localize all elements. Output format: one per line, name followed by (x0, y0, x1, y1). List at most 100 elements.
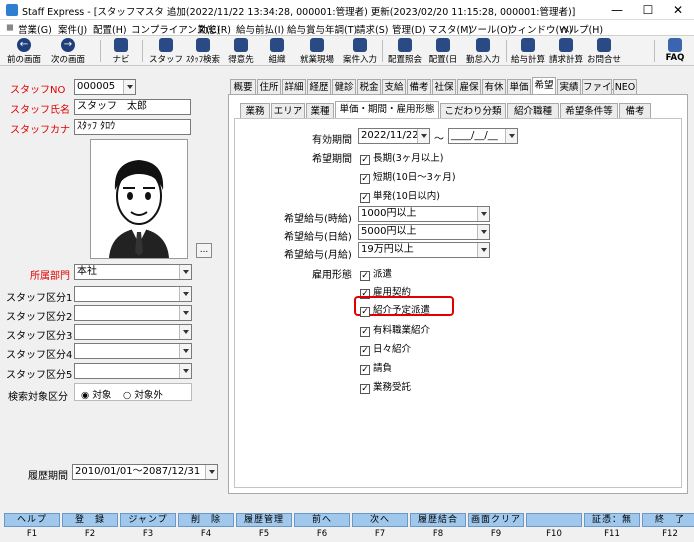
staff-class5-select[interactable] (74, 363, 192, 379)
staff-class4-select[interactable] (74, 343, 192, 359)
tab-sub-2[interactable]: 業種 (306, 103, 334, 119)
menu-sales[interactable]: 営業(G) (18, 22, 52, 36)
emp-haken-checkbox[interactable]: ✓ 派遣 (360, 266, 392, 281)
tab-top-5[interactable]: 税金 (357, 79, 381, 95)
daily-wage-label: 希望給与(日給) (284, 232, 352, 243)
fkey-f11-button[interactable]: 証憑：無 (584, 513, 640, 527)
prev-screen-button[interactable]: ← 前の画面 (2, 37, 46, 65)
menu-tools[interactable]: ツール(O) (468, 22, 511, 36)
fkey-f9-button[interactable]: 画面クリア (468, 513, 524, 527)
assign-inquiry-button[interactable]: 配置照会 (386, 37, 424, 65)
tab-top-6[interactable]: 支給 (382, 79, 406, 95)
hourly-wage-select[interactable]: 1000円以上 (358, 206, 490, 222)
search-target-radio[interactable]: ◉ 対象 (81, 387, 111, 401)
tab-top-3[interactable]: 経歴 (307, 79, 331, 95)
menu-attendance[interactable]: 勤怠(R) (198, 22, 231, 36)
close-button[interactable]: ✕ (664, 2, 692, 18)
emp-outsourcing-checkbox[interactable]: ✓ 業務受託 (360, 379, 411, 394)
tab-top-1[interactable]: 住所 (257, 79, 281, 95)
function-key-bar: ヘルプ F1 登 録 F2 ジャンプ F3 削 除 F4 履歴管理 F5 前へ F6 次へ F7 履歴結合 F… (0, 512, 694, 542)
menu-assign[interactable]: 配置(H) (93, 22, 127, 36)
payroll-calc-button[interactable]: 給与計算 (510, 37, 546, 65)
emp-contracting-checkbox[interactable]: ✓ 請負 (360, 360, 392, 375)
fkey-f8-button[interactable]: 履歴結合 (410, 513, 466, 527)
single-checkbox[interactable]: ✓ 単発(10日以内) (360, 188, 440, 203)
staff-name-field[interactable]: スタッフ 太郎 (74, 99, 191, 115)
tab-top-7[interactable]: 備考 (407, 79, 431, 95)
tab-top-15[interactable]: NEO (613, 79, 637, 95)
period-to-select[interactable]: ____/__/__ (448, 128, 518, 144)
tab-top-8[interactable]: 社保 (432, 79, 456, 95)
search-excluded-radio[interactable]: ○ 対象外 (123, 387, 163, 401)
billing-calc-button[interactable]: 請求計算 (548, 37, 584, 65)
tab-top-10[interactable]: 有休 (482, 79, 506, 95)
tab-sub-1[interactable]: エリア (271, 103, 305, 119)
inquiry-button[interactable]: お問合せ (586, 37, 622, 65)
photo-browse-button[interactable]: ... (196, 243, 212, 258)
client-button[interactable]: 得意先 (224, 37, 258, 65)
assign-day-button[interactable]: 配置(日 (426, 37, 460, 65)
emp-paid-placement-checkbox[interactable]: ✓ 有料職業紹介 (360, 322, 430, 337)
fkey-f3-button[interactable]: ジャンプ (120, 513, 176, 527)
tab-top-2[interactable]: 詳細 (282, 79, 306, 95)
history-period-select[interactable]: 2010/01/01～2087/12/31 (72, 464, 218, 480)
fkey-f6-button[interactable]: 前へ (294, 513, 350, 527)
tab-sub-7[interactable]: 備考 (619, 103, 651, 119)
menu-billing[interactable]: 請求(S) (356, 22, 388, 36)
menu-master[interactable]: マスタ(M) (428, 22, 472, 36)
staff-search-button[interactable]: ｽﾀｯﾌ検索 (184, 37, 222, 65)
tab-top-0[interactable]: 概要 (230, 79, 256, 95)
tab-top-14[interactable]: ファイル (582, 79, 621, 95)
long-term-checkbox[interactable]: ✓ 長期(3ヶ月以上) (360, 150, 443, 165)
daily-wage-select[interactable]: 5000円以上 (358, 224, 490, 240)
tab-top-11[interactable]: 単価 (507, 79, 531, 95)
fkey-f2-button[interactable]: 登 録 (62, 513, 118, 527)
short-term-checkbox[interactable]: ✓ 短期(10日～3ヶ月) (360, 169, 456, 184)
faq-icon (668, 38, 682, 52)
billing-calc-icon (559, 38, 573, 52)
minimize-button[interactable]: — (603, 2, 631, 18)
site-button[interactable]: 就業現場 (296, 37, 338, 65)
emp-daily-intro-checkbox[interactable]: ✓ 日々紹介 (360, 341, 411, 356)
staff-class2-select[interactable] (74, 305, 192, 321)
dept-select[interactable]: 本社 (74, 264, 192, 280)
menu-prepay[interactable]: 給与前払(I) (236, 22, 284, 36)
menu-projects[interactable]: 案件(J) (58, 22, 87, 36)
fkey-f12-button[interactable]: 終 了 (642, 513, 694, 527)
fkey-f7-button[interactable]: 次へ (352, 513, 408, 527)
tab-sub-5[interactable]: 紹介職種 (507, 103, 559, 119)
tab-top-12[interactable]: 希望 (532, 77, 556, 95)
navi-button[interactable]: ナビ (106, 37, 136, 65)
next-screen-button[interactable]: → 次の画面 (48, 37, 88, 65)
menu-admin[interactable]: 管理(D) (392, 22, 426, 36)
staff-class3-select[interactable] (74, 324, 192, 340)
maximize-button[interactable]: ☐ (634, 2, 662, 18)
period-from-select[interactable]: 2022/11/22 (358, 128, 430, 144)
tab-sub-0[interactable]: 業務 (240, 103, 270, 119)
attendance-entry-button[interactable]: 勤怠入力 (464, 37, 502, 65)
emp-intro-dispatch-checkbox[interactable]: ✓ 紹介予定派遣 (360, 302, 430, 317)
fkey-f4-button[interactable]: 削 除 (178, 513, 234, 527)
toolbar: ← 前の画面 → 次の画面 ナビ スタッフ ｽﾀｯﾌ検索 得意先 組織 就業現場… (0, 36, 694, 66)
staff-button[interactable]: スタッフ (148, 37, 184, 65)
tab-sub-4[interactable]: こだわり分類 (440, 103, 506, 119)
tab-top-4[interactable]: 健診 (332, 79, 356, 95)
fkey-f10-button[interactable] (526, 513, 582, 527)
staff-kana-field[interactable]: ｽﾀｯﾌ ﾀﾛｳ (74, 119, 191, 135)
menu-help[interactable]: ヘルプ(H) (560, 22, 603, 36)
tab-top-9[interactable]: 雇保 (457, 79, 481, 95)
tab-sub-3[interactable]: 単価・期間・雇用形態 (335, 101, 439, 119)
fkey-f1-button[interactable]: ヘルプ (4, 513, 60, 527)
fkey-f5-button[interactable]: 履歴管理 (236, 513, 292, 527)
staff-search-icon (196, 38, 210, 52)
project-entry-button[interactable]: 案件入力 (342, 37, 378, 65)
faq-button[interactable]: FAQ (660, 37, 690, 65)
staff-class1-select[interactable] (74, 286, 192, 302)
menu-payroll[interactable]: 給与賞与年調(T) (287, 22, 357, 36)
staff-no-select[interactable]: 000005 (74, 79, 136, 95)
chevron-down-icon (179, 306, 191, 320)
org-button[interactable]: 組織 (262, 37, 292, 65)
tab-top-13[interactable]: 実績 (557, 79, 581, 95)
tab-sub-6[interactable]: 希望条件等 (560, 103, 618, 119)
monthly-wage-select[interactable]: 19万円以上 (358, 242, 490, 258)
